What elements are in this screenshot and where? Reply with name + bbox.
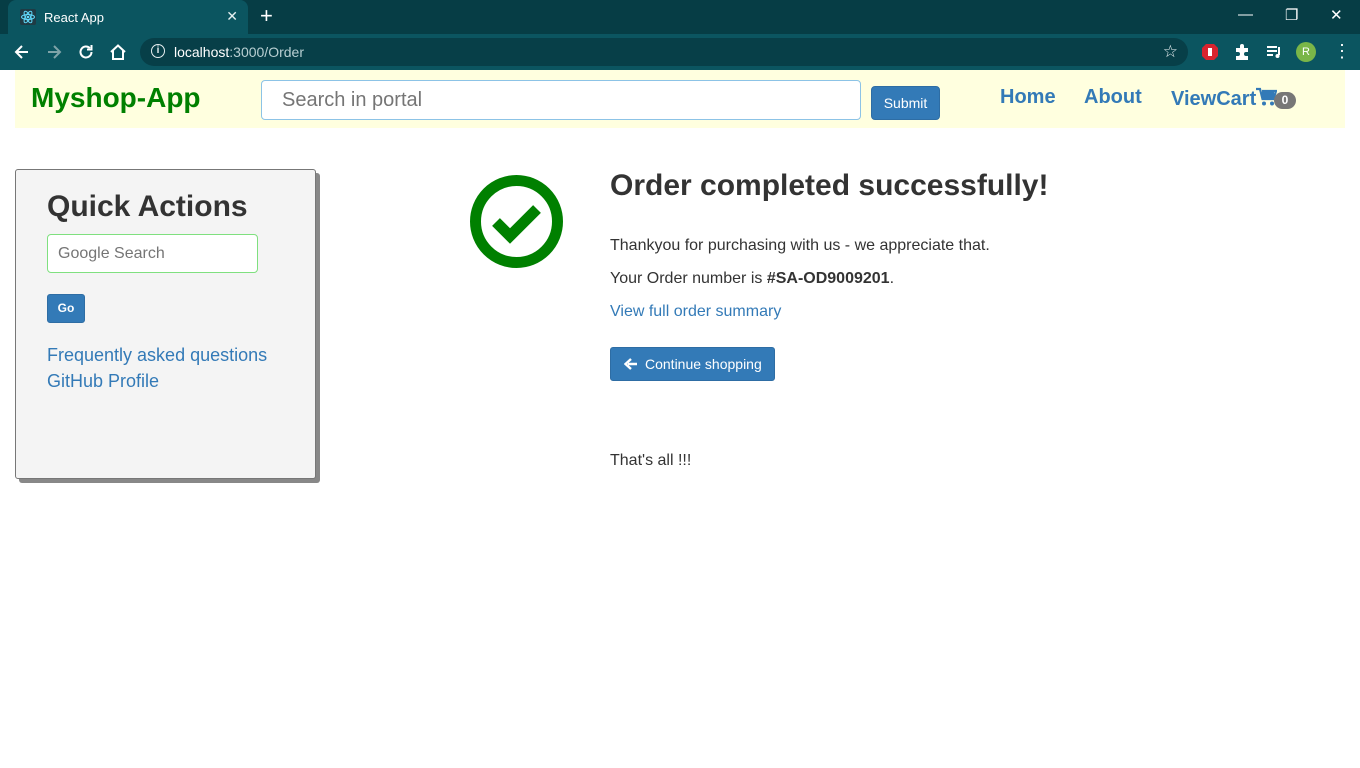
site-navbar: Myshop-App Submit Home About ViewCart 0 [15, 70, 1345, 128]
react-icon [20, 9, 36, 25]
google-search-input[interactable] [47, 234, 258, 273]
tab-close-icon[interactable]: ✕ [226, 8, 238, 25]
url-text: localhost:3000/Order [174, 44, 304, 60]
faq-link[interactable]: Frequently asked questions [47, 345, 267, 366]
thats-all-text: That's all !!! [610, 452, 692, 469]
nav-viewcart-link[interactable]: ViewCart [1171, 88, 1256, 111]
submit-button[interactable]: Submit [871, 86, 940, 120]
success-check-icon [470, 175, 563, 268]
tab-title: React App [44, 10, 104, 25]
order-number-prefix: Your Order number is [610, 270, 767, 287]
portal-search-input[interactable] [261, 80, 861, 120]
arrow-left-icon [624, 358, 637, 370]
profile-avatar[interactable]: R [1296, 42, 1316, 62]
site-info-icon[interactable]: i [151, 44, 165, 58]
stop-extension-icon[interactable] [1200, 42, 1220, 62]
thank-you-text: Thankyou for purchasing with us - we app… [610, 237, 990, 254]
continue-shopping-button[interactable]: Continue shopping [610, 347, 775, 381]
nav-home-link[interactable]: Home [1000, 86, 1056, 109]
forward-icon[interactable] [44, 42, 64, 62]
close-window-icon[interactable]: ✕ [1330, 6, 1343, 24]
nav-about-link[interactable]: About [1084, 86, 1142, 109]
continue-shopping-label: Continue shopping [645, 356, 762, 372]
order-number-suffix: . [889, 270, 895, 287]
url-path: :3000/Order [229, 44, 304, 60]
bookmark-star-icon[interactable]: ☆ [1163, 42, 1178, 62]
quick-actions-panel: Quick Actions Go Frequently asked questi… [15, 169, 316, 479]
media-playlist-icon[interactable] [1264, 42, 1284, 62]
brand-logo[interactable]: Myshop-App [31, 82, 201, 114]
quick-actions-title: Quick Actions [47, 190, 248, 223]
url-host: localhost [174, 44, 230, 60]
reload-icon[interactable] [76, 42, 96, 62]
order-number: #SA-OD9009201 [766, 270, 890, 287]
order-summary-link[interactable]: View full order summary [610, 303, 781, 321]
order-number-line: Your Order number is #SA-OD9009201. [610, 270, 894, 288]
github-profile-link[interactable]: GitHub Profile [47, 371, 159, 392]
new-tab-icon[interactable]: + [260, 5, 273, 27]
browser-toolbar: i localhost:3000/Order ☆ R ⋮ [0, 34, 1360, 70]
page-content: Myshop-App Submit Home About ViewCart 0 … [0, 70, 1360, 768]
browser-titlebar: React App ✕ + — ❐ ✕ [0, 0, 1360, 34]
minimize-icon[interactable]: — [1238, 6, 1253, 23]
address-bar[interactable]: i localhost:3000/Order ☆ [140, 38, 1188, 66]
browser-menu-icon[interactable]: ⋮ [1333, 41, 1351, 61]
browser-tab[interactable]: React App ✕ [8, 0, 248, 34]
home-icon[interactable] [108, 42, 128, 62]
restore-icon[interactable]: ❐ [1285, 6, 1298, 24]
cart-count-badge: 0 [1274, 92, 1296, 109]
extensions-puzzle-icon[interactable] [1232, 42, 1252, 62]
back-icon[interactable] [12, 42, 32, 62]
go-button[interactable]: Go [47, 294, 85, 323]
order-success-heading: Order completed successfully! [610, 169, 1049, 202]
